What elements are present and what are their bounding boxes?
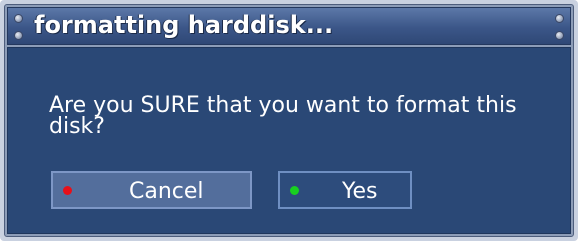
screw-icon	[555, 14, 564, 23]
cancel-button[interactable]: Cancel	[51, 171, 252, 209]
dialog-title: formatting harddisk...	[34, 11, 334, 39]
screw-icon	[14, 31, 23, 40]
dialog-body: Are you SURE that you want to format thi…	[7, 47, 571, 234]
screw-icon	[14, 14, 23, 23]
red-dot-icon	[63, 186, 72, 195]
yes-button-label: Yes	[342, 179, 378, 204]
confirm-message: Are you SURE that you want to format thi…	[49, 93, 517, 139]
green-dot-icon	[290, 186, 299, 195]
cancel-button-label: Cancel	[129, 179, 204, 204]
title-bar: formatting harddisk...	[7, 7, 571, 45]
dialog-frame: formatting harddisk... Are you SURE that…	[4, 4, 574, 237]
format-confirm-dialog: formatting harddisk... Are you SURE that…	[0, 0, 578, 241]
yes-button[interactable]: Yes	[278, 171, 412, 209]
screw-icon	[555, 31, 564, 40]
